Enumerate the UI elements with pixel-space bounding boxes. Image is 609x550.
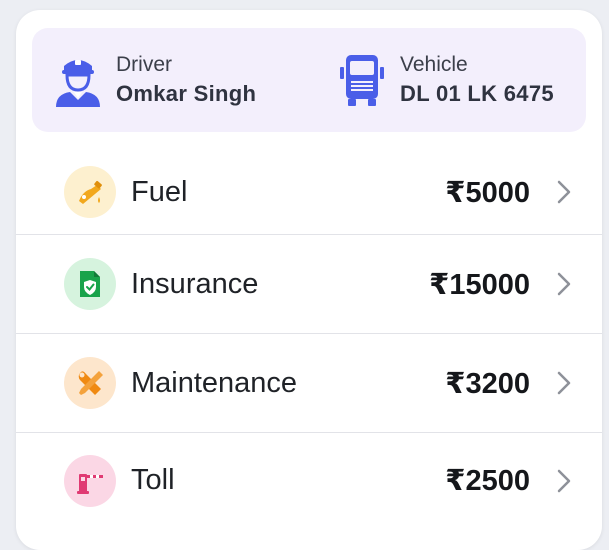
driver-name: Omkar Singh [116,81,257,106]
driver-icon [50,52,106,108]
expense-amount: ₹3200 [445,367,530,400]
driver-label: Driver [116,53,172,76]
expense-label: Fuel [131,175,188,208]
expense-list: Fuel ₹5000 Insurance ₹15000 Maintenance … [16,150,602,528]
expense-label: Maintenance [131,366,298,399]
expense-row-maintenance[interactable]: Maintenance ₹3200 [16,334,602,433]
expense-row-fuel[interactable]: Fuel ₹5000 [16,150,602,235]
toll-barrier-icon [64,454,116,507]
vehicle-info: Vehicle DL 01 LK 6475 [334,28,554,132]
fuel-nozzle-icon [64,166,116,218]
chevron-right-icon [554,178,574,206]
expense-amount: ₹5000 [445,176,530,209]
insurance-document-icon [64,258,116,310]
chevron-right-icon [554,270,574,298]
expense-label: Toll [131,464,175,496]
driver-vehicle-panel: Driver Omkar Singh Vehicle DL 01 LK 6475 [32,28,586,132]
chevron-right-icon [554,467,574,495]
wrench-screwdriver-icon [64,357,116,409]
driver-info: Driver Omkar Singh [50,28,256,132]
expense-label: Insurance [131,267,259,300]
vehicle-number: DL 01 LK 6475 [400,81,554,106]
expense-amount: ₹2500 [445,465,530,497]
vehicle-label: Vehicle [400,53,468,76]
expense-amount: ₹15000 [429,268,530,301]
expense-card: Driver Omkar Singh Vehicle DL 01 LK 6475… [16,10,602,550]
truck-icon [334,52,390,108]
expense-row-toll[interactable]: Toll ₹2500 [16,433,602,528]
expense-row-insurance[interactable]: Insurance ₹15000 [16,235,602,334]
chevron-right-icon [554,369,574,397]
